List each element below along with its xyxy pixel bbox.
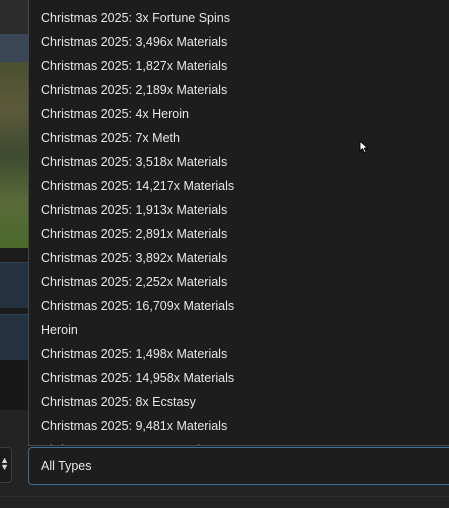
background-header xyxy=(0,0,28,34)
type-filter-select[interactable]: All Types xyxy=(28,447,449,485)
dropdown-option[interactable]: Christmas 2025: 3,518x Materials xyxy=(29,150,449,174)
dropdown-option[interactable]: Christmas 2025: 3x Fortune Spins xyxy=(29,6,449,30)
dropdown-option[interactable]: Christmas 2025: 2,891x Materials xyxy=(29,222,449,246)
type-filter-value: All Types xyxy=(41,459,92,473)
background-page-strip xyxy=(0,0,28,508)
background-divider xyxy=(0,248,28,262)
background-card[interactable] xyxy=(0,262,28,309)
page: ▲ ▼ Christmas 2025: 3x Fortune Spins Chri… xyxy=(0,0,449,508)
dropdown-option[interactable]: Christmas 2025: 1,498x Materials xyxy=(29,342,449,366)
background-thumbnail-image xyxy=(0,62,28,248)
updown-arrows-icon: ▲ ▼ xyxy=(0,455,9,472)
background-nav-bar xyxy=(0,34,28,62)
background-card[interactable] xyxy=(0,314,28,361)
dropdown-option[interactable]: Christmas 2025: 14,217x Materials xyxy=(29,174,449,198)
dropdown-option[interactable]: Christmas 2025: 9,481x Materials xyxy=(29,414,449,438)
background-panel xyxy=(0,360,28,410)
mouse-pointer-icon xyxy=(359,140,369,154)
dropdown-option[interactable]: Heroin xyxy=(29,318,449,342)
dropdown-option[interactable]: Christmas 2025: 4x Heroin xyxy=(29,102,449,126)
dropdown-option[interactable]: Christmas 2025: 3,892x Materials xyxy=(29,246,449,270)
dropdown-option[interactable]: Christmas 2025: 3,496x Materials xyxy=(29,30,449,54)
dropdown-option[interactable]: Christmas 2025: 8x Ecstasy xyxy=(29,390,449,414)
dropdown-option[interactable]: Christmas 2025: 16,709x Materials xyxy=(29,294,449,318)
sort-select[interactable]: ▲ ▼ xyxy=(0,447,12,483)
dropdown-option[interactable]: Christmas 2025: 2,252x Materials xyxy=(29,270,449,294)
dropdown-option[interactable]: Christmas 2025: 7x Fentanyl xyxy=(29,438,449,445)
dropdown-option[interactable]: Christmas 2025: 7x Meth xyxy=(29,126,449,150)
dropdown-option[interactable]: Christmas 2025: 14,958x Materials xyxy=(29,366,449,390)
dropdown-option[interactable]: Christmas 2025: 1,827x Materials xyxy=(29,54,449,78)
divider xyxy=(0,496,449,497)
type-dropdown-list[interactable]: Christmas 2025: 3x Fortune Spins Christm… xyxy=(28,0,449,446)
dropdown-option[interactable]: Christmas 2025: 2,189x Materials xyxy=(29,78,449,102)
dropdown-option[interactable]: Christmas 2025: 1,913x Materials xyxy=(29,198,449,222)
